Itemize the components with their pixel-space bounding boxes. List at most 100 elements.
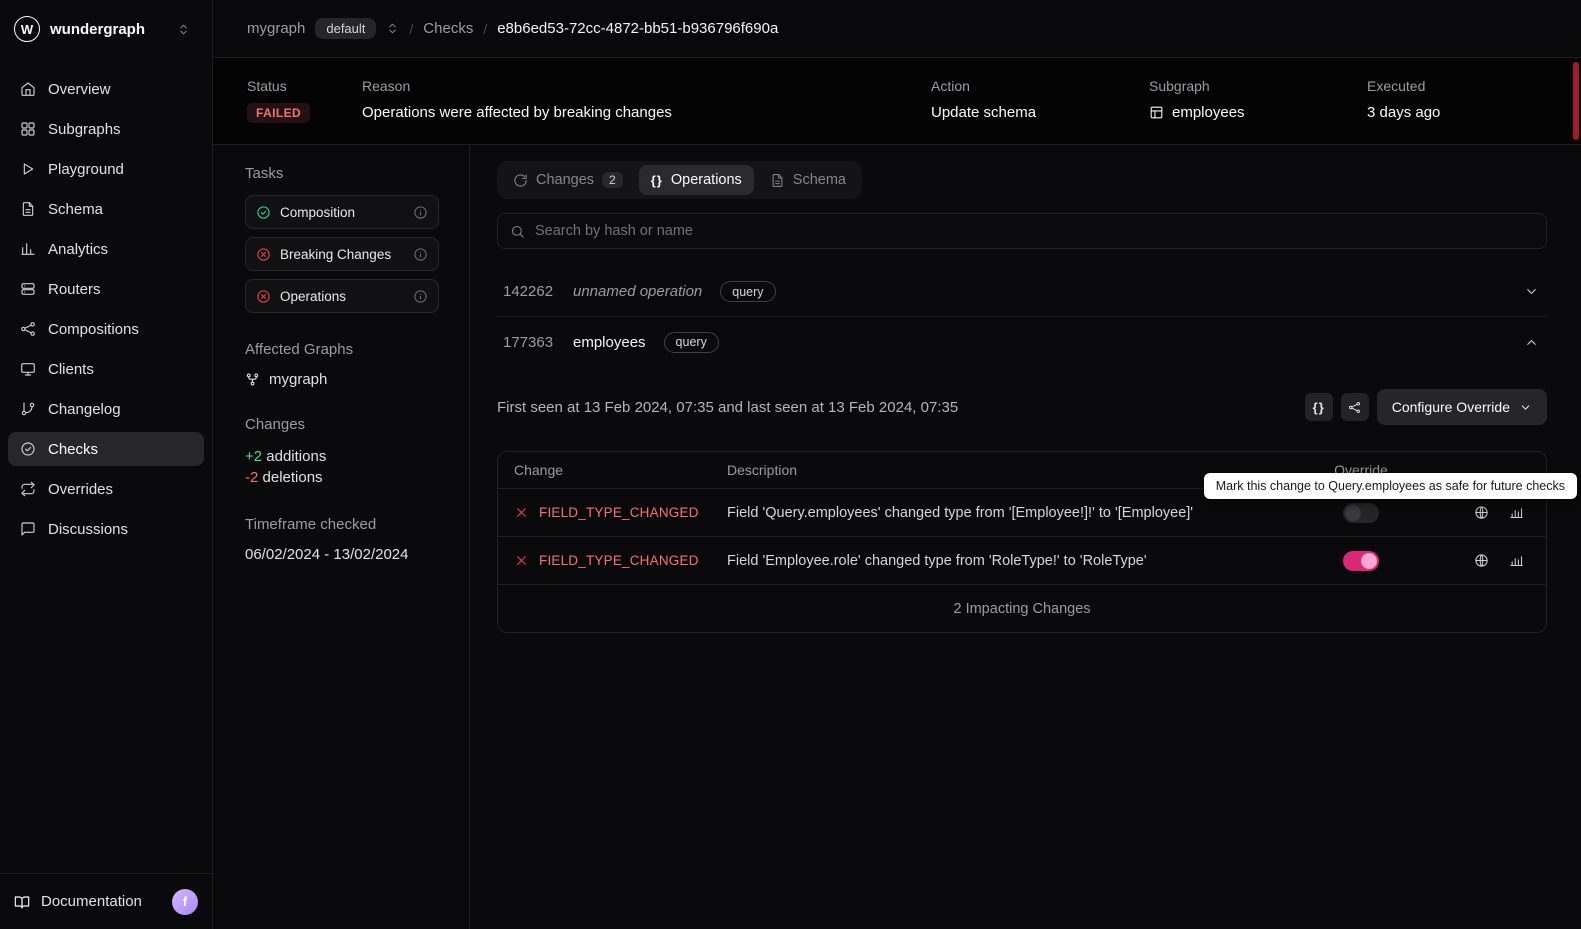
sidebar-item-routers[interactable]: Routers (8, 272, 204, 306)
sidebar-item-schema[interactable]: Schema (8, 192, 204, 226)
tab-schema[interactable]: Schema (758, 165, 858, 195)
reason-column: Reason Operations were affected by break… (362, 78, 931, 144)
affected-graph-name: mygraph (269, 371, 328, 388)
brand-name: wundergraph (50, 20, 146, 38)
chevrons-up-down-icon[interactable] (386, 22, 399, 35)
git-fork-icon (246, 373, 259, 386)
usage-chart-button[interactable] (1509, 505, 1524, 520)
x-circle-icon (257, 289, 270, 303)
executed-label: Executed (1367, 78, 1426, 94)
bar-chart-icon (1510, 508, 1523, 519)
search-input[interactable] (535, 223, 1534, 239)
info-icon[interactable] (413, 289, 428, 304)
sidebar-item-label: Discussions (48, 520, 129, 538)
tab-operations[interactable]: {} Operations (638, 165, 754, 195)
subgraph-label: Subgraph (1149, 78, 1210, 94)
deletions-count: -2 (245, 469, 259, 486)
file-icon (772, 173, 783, 187)
braces-icon: {} (1312, 399, 1325, 415)
book-open-icon (14, 895, 30, 909)
task-label: Breaking Changes (280, 246, 392, 262)
sidebar-nav: Overview Subgraphs Playground Schema Ana… (0, 58, 212, 546)
status-badge: FAILED (247, 103, 311, 123)
sidebar-item-overview[interactable]: Overview (8, 72, 204, 106)
check-circle-icon (257, 205, 270, 219)
change-type: FIELD_TYPE_CHANGED (539, 553, 699, 568)
first-last-seen-text: First seen at 13 Feb 2024, 07:35 and las… (497, 398, 959, 416)
user-avatar[interactable]: f (172, 888, 198, 915)
braces-icon: {} (650, 172, 663, 188)
operations-area: Changes 2 {} Operations Schema 142262 (470, 145, 1581, 929)
override-toggle[interactable] (1343, 550, 1379, 571)
sidebar-item-clients[interactable]: Clients (8, 352, 204, 386)
additions-line: +2 additions (245, 446, 439, 467)
documentation-link[interactable]: Documentation (41, 893, 142, 910)
usage-chart-button[interactable] (1509, 553, 1524, 568)
configure-override-label: Configure Override (1391, 399, 1510, 415)
tab-changes[interactable]: Changes 2 (501, 165, 635, 195)
variant-badge[interactable]: default (315, 18, 377, 39)
check-circle-icon (21, 442, 35, 456)
chevrons-up-down-icon (180, 24, 187, 34)
globe-button[interactable] (1474, 553, 1489, 568)
affected-graphs-heading: Affected Graphs (245, 341, 354, 358)
chevron-down-icon[interactable] (1524, 284, 1539, 299)
check-summary-panel: Tasks Composition Breaking Changes Opera… (213, 145, 470, 929)
affected-graph-item[interactable]: mygraph (245, 371, 439, 388)
reason-label: Reason (362, 78, 411, 94)
sidebar-item-overrides[interactable]: Overrides (8, 472, 204, 506)
workspace-switcher[interactable]: W wundergraph (0, 0, 212, 58)
reason-value: Operations were affected by breaking cha… (362, 104, 672, 121)
repeat-icon (21, 481, 35, 497)
tab-label: Changes (536, 172, 595, 188)
logo-letter: W (20, 21, 34, 37)
info-icon[interactable] (413, 205, 428, 220)
scrollbar-thumb[interactable] (1573, 62, 1579, 140)
deletions-label: deletions (262, 469, 323, 486)
override-toggle[interactable] (1343, 502, 1379, 523)
task-operations[interactable]: Operations (245, 279, 439, 313)
info-icon[interactable] (413, 247, 428, 262)
operation-name: employees (573, 333, 646, 351)
action-value: Update schema (931, 104, 1037, 121)
share-button[interactable] (1340, 393, 1369, 421)
operation-row-142262[interactable]: 142262 unnamed operation query (497, 267, 1547, 317)
task-composition[interactable]: Composition (245, 195, 439, 229)
breadcrumb-section[interactable]: Checks (423, 20, 473, 37)
executed-column: Executed 3 days ago (1367, 78, 1547, 144)
status-column: Status FAILED (247, 78, 362, 144)
configure-override-button[interactable]: Configure Override (1376, 389, 1547, 425)
chevron-up-icon[interactable] (1524, 335, 1539, 350)
breadcrumb-graph[interactable]: mygraph (247, 20, 305, 37)
subgraph-column: Subgraph employees (1149, 78, 1367, 144)
action-column: Action Update schema (931, 78, 1149, 144)
sidebar-item-label: Overrides (48, 480, 114, 498)
override-tooltip: Mark this change to Query.employees as s… (1203, 473, 1577, 499)
globe-icon (1475, 506, 1488, 519)
sidebar-item-label: Clients (48, 360, 94, 378)
deletions-line: -2 deletions (245, 467, 439, 488)
sidebar-item-analytics[interactable]: Analytics (8, 232, 204, 266)
breadcrumb-separator: / (483, 20, 488, 37)
sidebar-item-playground[interactable]: Playground (8, 152, 204, 186)
wundergraph-logo-icon: W (14, 16, 40, 42)
chevron-down-icon (1521, 404, 1530, 410)
x-icon (517, 556, 526, 565)
sidebar-item-label: Checks (48, 440, 99, 458)
operation-row-177363[interactable]: 177363 employees query (497, 317, 1547, 367)
toggle-knob (1361, 552, 1377, 569)
sidebar-item-label: Compositions (48, 320, 139, 338)
sidebar-item-compositions[interactable]: Compositions (8, 312, 204, 346)
sidebar-item-subgraphs[interactable]: Subgraphs (8, 112, 204, 146)
git-branch-icon (21, 402, 35, 416)
sidebar-item-discussions[interactable]: Discussions (8, 512, 204, 546)
sidebar-item-changelog[interactable]: Changelog (8, 392, 204, 426)
globe-button[interactable] (1474, 505, 1489, 520)
view-operation-content-button[interactable]: {} (1304, 393, 1333, 421)
monitor-icon (21, 363, 35, 376)
breadcrumb-separator: / (409, 20, 414, 37)
sidebar-item-checks[interactable]: Checks (8, 432, 204, 466)
executed-value: 3 days ago (1367, 104, 1441, 121)
operation-detail: First seen at 13 Feb 2024, 07:35 and las… (497, 367, 1577, 633)
task-breaking-changes[interactable]: Breaking Changes (245, 237, 439, 271)
